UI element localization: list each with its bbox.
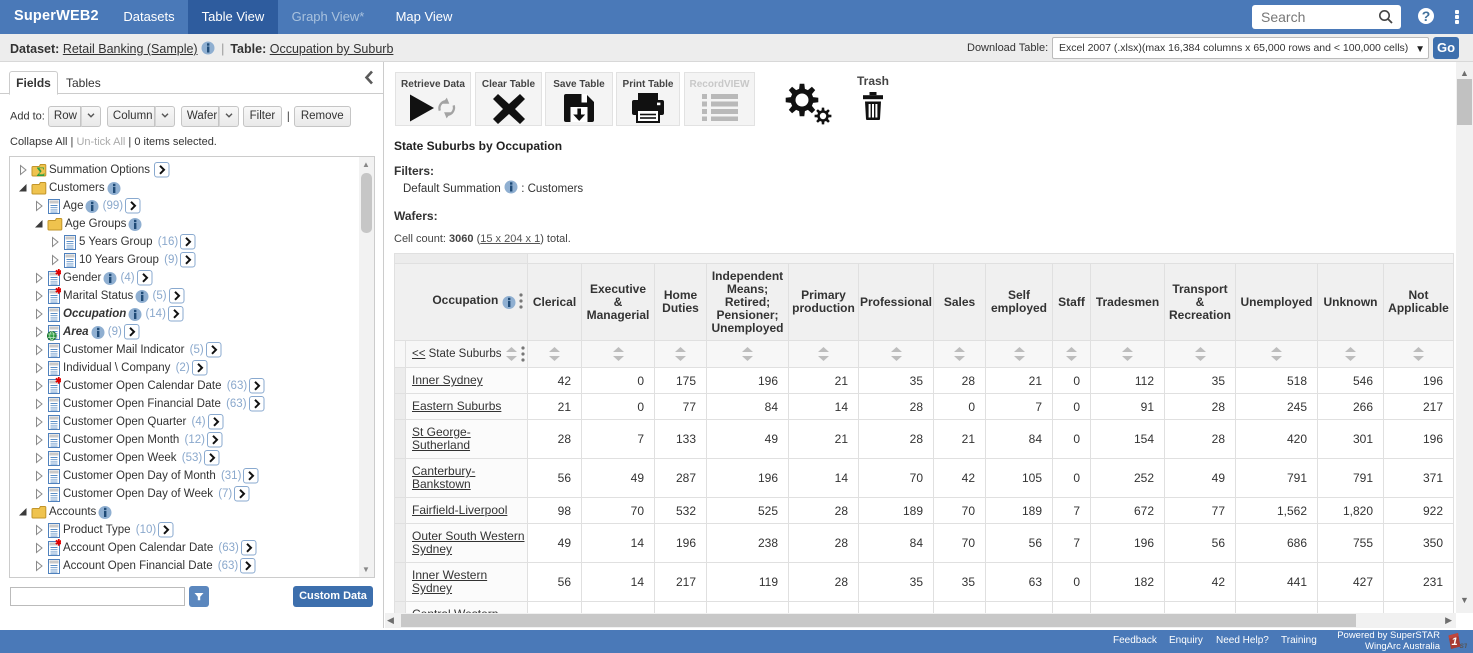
svg-text:1: 1 — [1452, 636, 1458, 648]
svg-text:Σ: Σ — [37, 164, 46, 179]
svg-text:✱: ✱ — [55, 377, 61, 386]
svg-text:✱: ✱ — [55, 539, 61, 548]
svg-text:✱: ✱ — [55, 269, 61, 278]
svg-text:ST: ST — [1460, 643, 1468, 650]
svg-text:✱: ✱ — [55, 287, 61, 296]
